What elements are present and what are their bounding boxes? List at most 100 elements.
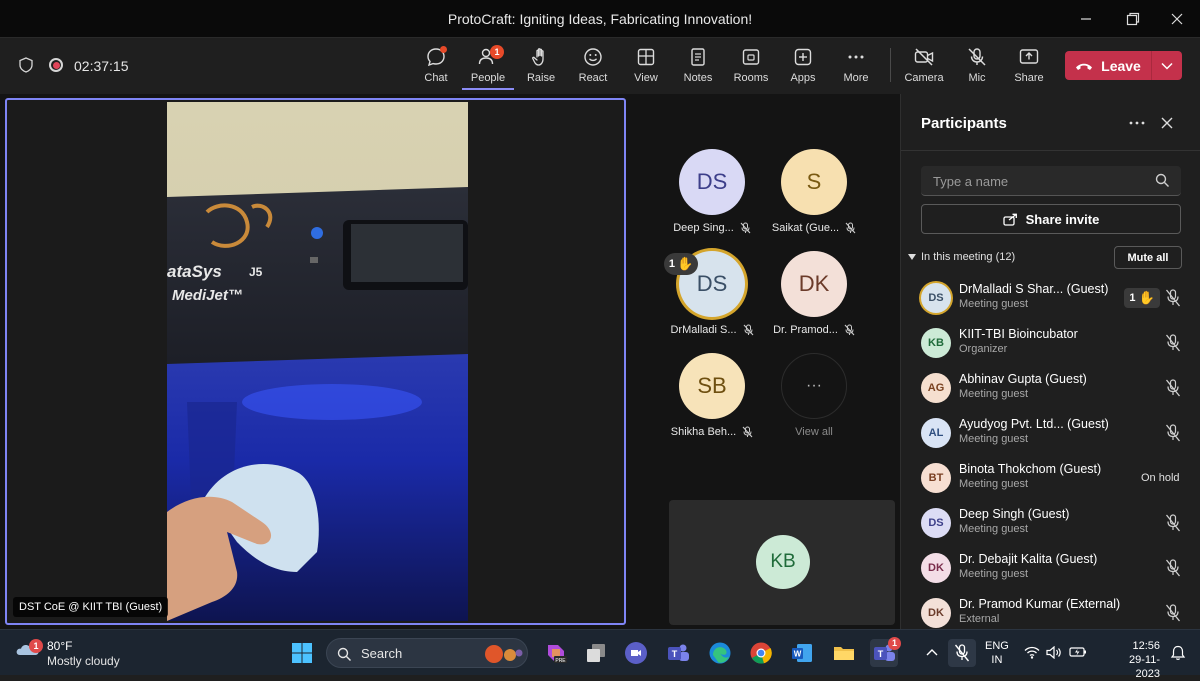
section-label: In this meeting (12)	[921, 251, 1016, 263]
hand-icon	[532, 48, 544, 66]
close-icon[interactable]	[1160, 116, 1174, 130]
edge-app-icon[interactable]	[706, 639, 734, 667]
tile-name: DrMalladi S...	[670, 324, 737, 336]
chat-button[interactable]: Chat	[410, 44, 462, 90]
main-video-name-label: DST CoE @ KIIT TBI (Guest)	[13, 597, 169, 617]
participant-row[interactable]: DS DrMalladi S Shar... (Guest) Meeting gue…	[901, 277, 1200, 322]
mic-off-icon	[1165, 424, 1181, 442]
more-button[interactable]: More	[830, 44, 882, 90]
view-button[interactable]: View	[620, 44, 672, 90]
participant-row[interactable]: DK Dr. Pramod Kumar (External) External	[901, 592, 1200, 629]
tile-name: Dr. Pramod...	[773, 324, 838, 336]
notes-button[interactable]: Notes	[672, 44, 724, 90]
minimize-icon	[1081, 18, 1091, 20]
battery-charging-icon[interactable]	[1069, 646, 1087, 658]
svg-text:PRE: PRE	[555, 658, 566, 664]
main-video-tile[interactable]: ataSys J5 MediJet™ DST CoE @ KIIT TBI (G…	[5, 98, 626, 625]
chrome-app-icon[interactable]	[747, 639, 775, 667]
avatar: DK	[921, 598, 951, 628]
mute-all-button[interactable]: Mute all	[1114, 246, 1182, 269]
mic-button[interactable]: Mic	[951, 44, 1003, 90]
leave-label: Leave	[1101, 57, 1141, 74]
people-button[interactable]: 1 People	[462, 44, 514, 90]
start-button[interactable]	[288, 639, 316, 667]
participant-row[interactable]: AL Ayudyog Pvt. Ltd... (Guest) Meeting gue…	[901, 412, 1200, 457]
panel-divider	[901, 150, 1200, 151]
rooms-button[interactable]: Rooms	[725, 44, 777, 90]
participant-role: Meeting guest	[959, 523, 1029, 535]
clock-time: 12:56	[1132, 640, 1160, 652]
tile-name: Shikha Beh...	[670, 426, 737, 438]
chat-label: Chat	[424, 72, 448, 84]
react-button[interactable]: React	[567, 44, 619, 90]
tile-name: Deep Sing...	[673, 222, 734, 234]
close-window-button[interactable]	[1154, 0, 1200, 38]
share-label: Share	[1014, 72, 1044, 84]
teams-icon: T	[668, 644, 689, 661]
copilot-app-icon[interactable]: PRE	[542, 639, 570, 667]
participant-tile[interactable]: DK Dr. Pramod...	[766, 251, 862, 336]
svg-text:T: T	[672, 649, 678, 659]
avatar: KB	[756, 535, 810, 589]
share-invite-button[interactable]: Share invite	[921, 204, 1181, 234]
avatar: DK	[921, 553, 951, 583]
leave-options-button[interactable]	[1152, 62, 1182, 70]
teams-badge: 1	[888, 637, 901, 650]
copilot-icon: PRE	[548, 645, 567, 664]
language-label: ENG	[985, 640, 1009, 652]
svg-text:W: W	[794, 650, 802, 659]
video-frame: ataSys J5 MediJet™	[167, 102, 468, 621]
in-meeting-section-toggle[interactable]: In this meeting (12)	[908, 251, 1015, 263]
participant-tile[interactable]: DS 1 ✋ DrMalladi S...	[664, 251, 760, 336]
notification-bell-icon[interactable]	[1170, 645, 1186, 661]
weather-badge: 1	[29, 639, 43, 653]
printer-model-text: J5	[249, 265, 263, 279]
participant-role: Organizer	[959, 343, 1008, 355]
participant-search-input[interactable]	[933, 172, 1153, 190]
task-view-app-icon[interactable]	[582, 639, 610, 667]
featured-participant-tile[interactable]: KB	[669, 500, 895, 625]
participant-role: External	[959, 613, 1000, 625]
participant-role: Meeting guest	[959, 298, 1029, 310]
teams-active-app-icon[interactable]: T 1	[870, 637, 901, 667]
participant-mic-status	[1165, 379, 1181, 402]
teams-app-icon[interactable]: T	[664, 639, 692, 667]
more-dots-icon[interactable]	[1129, 121, 1145, 125]
participant-row[interactable]: KB KIIT-TBI Bioincubator Organizer	[901, 322, 1200, 367]
participant-row[interactable]: BT Binota Thokchom (Guest) Meeting guest On…	[901, 457, 1200, 502]
smiley-icon	[584, 48, 602, 66]
camera-button[interactable]: Camera	[898, 44, 950, 90]
hand-emoji-icon: ✋	[1138, 290, 1155, 305]
participant-tile[interactable]: DS Deep Sing...	[664, 149, 760, 234]
participant-tile[interactable]: SB Shikha Beh...	[664, 353, 760, 438]
participant-row[interactable]: AG Abhinav Gupta (Guest) Meeting guest	[901, 367, 1200, 412]
file-explorer-app-icon[interactable]	[830, 639, 858, 667]
chevron-up-icon[interactable]	[926, 648, 938, 656]
raised-hand-badge: 1 ✋	[1124, 288, 1160, 308]
participant-tile[interactable]: S Saikat (Gue...	[766, 149, 862, 234]
wifi-icon[interactable]	[1024, 646, 1040, 659]
taskbar-mic-status[interactable]	[948, 639, 976, 667]
language-indicator[interactable]: ENG IN	[985, 639, 1009, 667]
view-all-tile[interactable]: ··· View all	[766, 353, 862, 438]
minimize-button[interactable]	[1063, 0, 1109, 38]
share-button[interactable]: Share	[1003, 44, 1055, 90]
taskbar-search-box[interactable]: Search	[326, 638, 528, 668]
avatar: AL	[921, 418, 951, 448]
region-label: IN	[991, 654, 1003, 666]
weather-widget[interactable]: 1	[14, 635, 43, 668]
react-label: React	[578, 72, 608, 84]
apps-button[interactable]: Apps	[777, 44, 829, 90]
restore-button[interactable]	[1110, 0, 1156, 38]
speaker-icon[interactable]	[1046, 646, 1062, 659]
task-view-icon	[587, 644, 605, 662]
mic-off-icon	[968, 48, 986, 66]
participant-row[interactable]: DS Deep Singh (Guest) Meeting guest	[901, 502, 1200, 547]
raise-hand-button[interactable]: Raise	[515, 44, 567, 90]
participant-name: Binota Thokchom (Guest)	[959, 462, 1102, 476]
meet-app-icon[interactable]	[622, 639, 650, 667]
leave-button[interactable]: Leave	[1065, 51, 1151, 80]
word-app-icon[interactable]: W	[788, 639, 816, 667]
avatar: BT	[921, 463, 951, 493]
participant-row[interactable]: DK Dr. Debajit Kalita (Guest) Meeting gues…	[901, 547, 1200, 592]
